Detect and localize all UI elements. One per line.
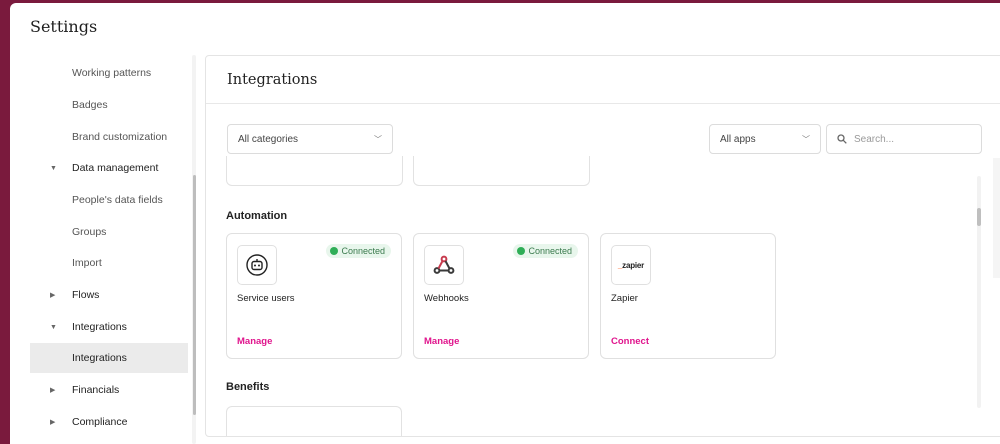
settings-window: Settings Working patterns Badges Brand c… — [10, 3, 1000, 444]
sidebar-group-flows[interactable]: ▶ Flows — [30, 280, 188, 310]
integration-card-service-users[interactable]: Connected Service users Manage — [226, 233, 402, 359]
sidebar-item-import[interactable]: Import — [30, 248, 188, 278]
sidebar-item-brand-customization[interactable]: Brand customization — [30, 122, 188, 152]
sidebar-group-compliance[interactable]: ▶ Compliance — [30, 407, 188, 437]
search-icon — [837, 134, 847, 144]
manage-link[interactable]: Manage — [237, 336, 272, 347]
settings-sidebar: Working patterns Badges Brand customizat… — [10, 55, 188, 444]
content-scrollbar-thumb[interactable] — [977, 208, 981, 226]
search-input[interactable] — [854, 133, 974, 145]
panel-divider — [206, 103, 1000, 104]
sidebar-item-badges[interactable]: Badges — [30, 90, 188, 120]
sidebar-group-financials[interactable]: ▶ Financials — [30, 375, 188, 405]
section-title-automation: Automation — [226, 210, 288, 222]
webhooks-icon — [424, 245, 464, 285]
robot-icon — [237, 245, 277, 285]
caret-down-icon: ▼ — [50, 323, 57, 331]
card-name: Zapier — [611, 293, 638, 304]
sidebar-item-peoples-data-fields[interactable]: People's data fields — [30, 185, 188, 215]
search-box[interactable] — [826, 124, 982, 154]
caret-down-icon: ▼ — [50, 164, 57, 172]
status-badge: Connected — [326, 244, 391, 258]
chevron-down-icon: ﹀ — [374, 134, 382, 144]
sidebar-group-data-management[interactable]: ▼ Data management — [30, 153, 188, 183]
zapier-logo: _zapier — [611, 245, 651, 285]
caret-right-icon: ▶ — [50, 292, 56, 299]
connect-link[interactable]: Connect — [611, 336, 649, 347]
integration-card-webhooks[interactable]: Connected Webhooks Manage — [413, 233, 589, 359]
sidebar-item-working-patterns[interactable]: Working patterns — [30, 58, 188, 88]
chevron-down-icon: ﹀ — [802, 134, 810, 144]
sidebar-item-groups[interactable]: Groups — [30, 217, 188, 247]
sidebar-group-integrations[interactable]: ▼ Integrations — [30, 312, 188, 342]
apps-select[interactable]: All apps ﹀ — [709, 124, 821, 154]
cut-off-card — [413, 156, 590, 186]
caret-right-icon: ▶ — [50, 387, 56, 394]
window-title: Settings — [30, 17, 98, 36]
cut-off-card — [226, 406, 402, 436]
manage-link[interactable]: Manage — [424, 336, 459, 347]
edge-panel — [993, 158, 1000, 278]
category-select[interactable]: All categories ﹀ — [227, 124, 393, 154]
integration-card-zapier[interactable]: _zapier Zapier Connect — [600, 233, 776, 359]
integrations-panel: Integrations All categories ﹀ All apps ﹀… — [205, 55, 1000, 437]
page-title: Integrations — [227, 72, 318, 88]
status-badge: Connected — [513, 244, 578, 258]
cut-off-card — [226, 156, 403, 186]
connected-dot-icon — [330, 247, 339, 255]
connected-dot-icon — [517, 247, 526, 255]
card-name: Service users — [237, 293, 295, 304]
caret-right-icon: ▶ — [50, 419, 56, 426]
section-title-benefits: Benefits — [226, 381, 270, 393]
sidebar-item-integrations[interactable]: Integrations — [30, 343, 188, 373]
sidebar-scrollbar-thumb[interactable] — [193, 175, 196, 415]
card-name: Webhooks — [424, 293, 469, 304]
